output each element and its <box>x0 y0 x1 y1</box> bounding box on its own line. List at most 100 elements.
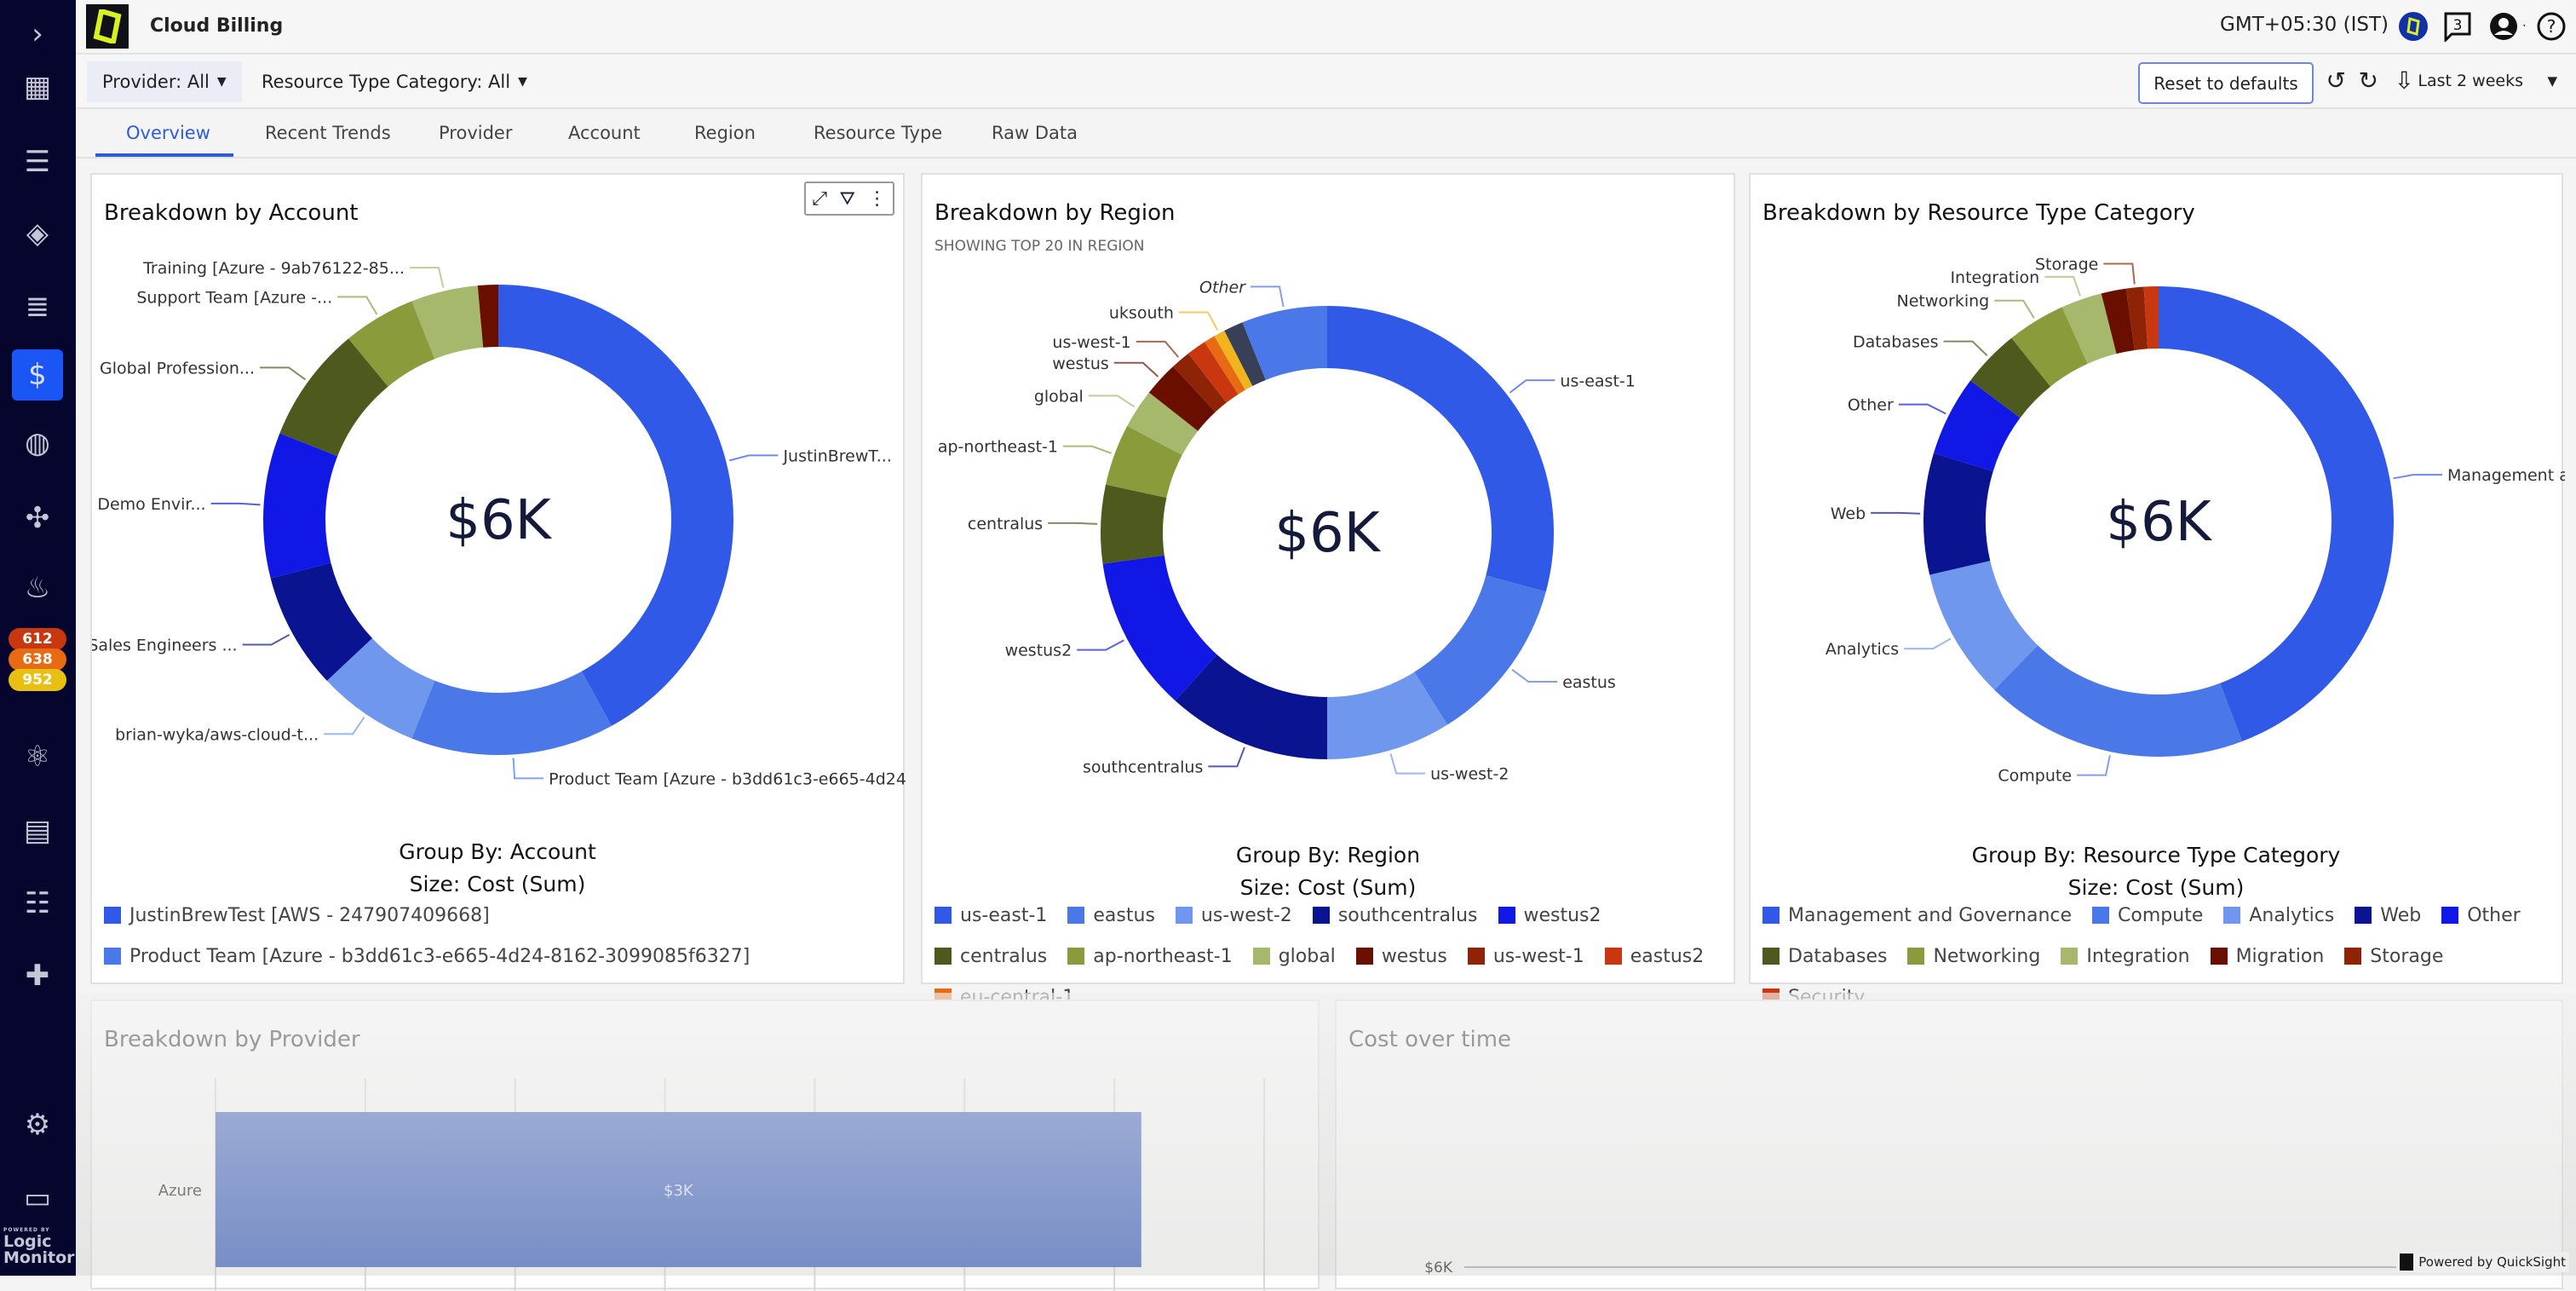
legend-item[interactable]: global <box>1252 942 1336 971</box>
leader-line <box>242 634 290 646</box>
donut-chart: Management and ... Compute Analytics Web Oth… <box>1826 256 2565 786</box>
slice-label: JustinBrewT... <box>782 447 891 465</box>
legend-item[interactable]: Databases <box>1762 942 1887 971</box>
legend-item[interactable]: eastus <box>1067 901 1155 930</box>
atom-icon[interactable]: ⚛ <box>12 731 63 782</box>
legend-item[interactable]: Compute <box>2092 901 2203 930</box>
legend-item[interactable]: us-east-1 <box>934 901 1047 930</box>
donut-slice[interactable] <box>1923 452 1993 575</box>
leader-line <box>1509 379 1555 394</box>
notification-count: 3 <box>2453 17 2463 34</box>
layers-icon[interactable]: ◈ <box>12 208 63 259</box>
donut-total: $6K <box>1274 502 1381 565</box>
product-switcher-icon[interactable] <box>2395 9 2431 44</box>
legend-item[interactable]: Networking <box>1907 942 2040 971</box>
legend-item[interactable]: Web <box>2355 901 2421 930</box>
legend-item[interactable]: us-west-1 <box>1467 942 1584 971</box>
legend-item[interactable]: centralus <box>934 942 1047 971</box>
powered-by-label: Powered by QuickSight <box>2418 1254 2566 1270</box>
legend-item[interactable]: Other <box>2441 901 2521 930</box>
legend-label: Product Team [Azure - b3dd61c3-e665-4d24… <box>129 945 750 967</box>
date-range-select[interactable]: Last 2 weeks <box>2418 72 2523 90</box>
legend-item[interactable]: Management and Governance <box>1762 901 2072 930</box>
legend-item[interactable]: Analytics <box>2223 901 2334 930</box>
alert-count-badge[interactable]: 638 <box>9 648 66 671</box>
leader-line <box>337 296 378 315</box>
quicksight-icon <box>2400 1254 2414 1271</box>
chart-legend: JustinBrewTest [AWS - 247907409668] Produ… <box>104 901 894 971</box>
help-icon[interactable]: ? <box>2533 9 2569 44</box>
leader-line <box>2044 275 2081 297</box>
billing-dollar-icon[interactable]: $ <box>12 349 63 401</box>
download-cloud-icon[interactable]: ⇩ <box>2395 66 2414 95</box>
user-menu[interactable] <box>2489 9 2525 44</box>
leader-line <box>2393 474 2443 480</box>
resource-type-category-filter[interactable]: Resource Type Category: All ▼ <box>246 61 543 102</box>
monitor-icon[interactable]: ▭ <box>12 1173 63 1224</box>
legend-item[interactable]: ap-northeast-1 <box>1067 942 1233 971</box>
dashboards-icon[interactable]: ▦ <box>12 61 63 112</box>
donut-total: $6K <box>446 489 552 552</box>
legend-label: westus <box>1381 945 1447 967</box>
legend-item[interactable]: Migration <box>2210 942 2324 971</box>
slice-label: Other <box>1848 396 1894 415</box>
tab-provider[interactable]: Provider <box>439 123 512 143</box>
legend-item[interactable]: westus2 <box>1498 901 1601 930</box>
messages-icon[interactable]: 3 <box>2440 9 2475 44</box>
donut-slice[interactable] <box>1101 484 1167 564</box>
leader-line <box>260 366 307 381</box>
alert-count-badge[interactable]: 612 <box>9 628 66 650</box>
tab-overview[interactable]: Overview <box>126 123 210 143</box>
legend-item[interactable]: westus <box>1355 942 1447 971</box>
legend-item[interactable]: Integration <box>2061 942 2190 971</box>
tab-bar: Overview Recent Trends Provider Account Regi… <box>76 109 2576 158</box>
slice-label: Integration <box>1950 268 2039 287</box>
tab-region[interactable]: Region <box>694 123 756 143</box>
slice-label: us-west-2 <box>1430 765 1509 784</box>
chart-legend: Management and Governance Compute Analytic… <box>1762 901 2553 1011</box>
legend-item[interactable]: us-west-2 <box>1175 901 1292 930</box>
caret-down-icon[interactable]: ▼ <box>2547 73 2557 89</box>
plugin-icon[interactable]: ✚ <box>12 950 63 1001</box>
leader-line <box>1511 668 1558 683</box>
chevron-right-icon[interactable]: › <box>12 9 63 60</box>
reset-to-defaults-button[interactable]: Reset to defaults <box>2138 62 2314 104</box>
alert-count-badge[interactable]: 952 <box>9 669 66 691</box>
legend-item[interactable]: southcentralus <box>1312 901 1478 930</box>
legend-item[interactable]: JustinBrewTest [AWS - 247907409668] <box>104 901 894 930</box>
tab-recent-trends[interactable]: Recent Trends <box>265 123 391 143</box>
donut-slice[interactable] <box>1414 575 1546 725</box>
legend-item[interactable]: Product Team [Azure - b3dd61c3-e665-4d24… <box>104 942 894 971</box>
legend-swatch <box>1467 948 1485 965</box>
leader-line <box>1113 361 1159 378</box>
account-breakdown-card: ⤢ ⛛ ⋮ Breakdown by Account JustinBrewT... Pr… <box>90 173 906 984</box>
slice-label: Training [Azure - 9ab76122-85... <box>142 259 405 278</box>
legend-label: Web <box>2380 904 2422 926</box>
list-icon[interactable]: ≣ <box>12 281 63 332</box>
donut-slice[interactable] <box>1994 645 2243 758</box>
cluster-icon[interactable]: ✣ <box>12 493 63 544</box>
donut-slice[interactable] <box>263 433 338 579</box>
legend-swatch <box>1067 948 1085 965</box>
filter-bars-icon[interactable]: ☷ <box>12 878 63 929</box>
gear-icon[interactable]: ⚙ <box>12 1099 63 1150</box>
donut-chart: us-east-1 eastus us-west-2 southcentralus we… <box>938 278 1636 784</box>
legend-item[interactable]: eastus2 <box>1604 942 1704 971</box>
undo-icon[interactable]: ↺ <box>2326 66 2346 95</box>
tab-account[interactable]: Account <box>568 123 641 143</box>
donut-slice[interactable] <box>411 671 612 755</box>
tab-resource-type[interactable]: Resource Type <box>814 123 942 143</box>
topology-icon[interactable]: ◍ <box>12 418 63 469</box>
tab-raw-data[interactable]: Raw Data <box>992 123 1078 143</box>
provider-filter-label: Provider: All <box>102 72 210 92</box>
clipboard-icon[interactable]: ▤ <box>12 805 63 856</box>
redo-icon[interactable]: ↻ <box>2359 66 2378 95</box>
provider-filter[interactable]: Provider: All ▼ <box>87 61 242 102</box>
caret-down-icon: ▼ <box>216 75 227 89</box>
legend-item[interactable]: Storage <box>2344 942 2443 971</box>
leader-line <box>1178 311 1219 331</box>
fire-icon[interactable]: ♨ <box>12 562 63 614</box>
app-logo[interactable] <box>86 4 129 49</box>
slice-label: Web <box>1831 504 1866 523</box>
database-icon[interactable]: ☰ <box>12 136 63 187</box>
